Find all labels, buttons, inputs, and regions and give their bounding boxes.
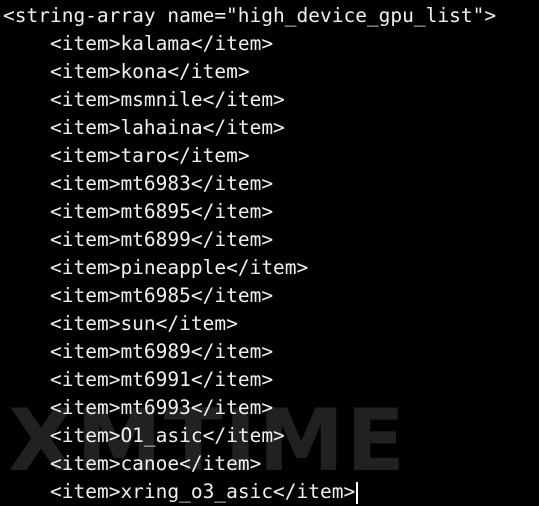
code-line-item[interactable]: <item>mt6983</item> (50, 170, 273, 198)
code-line-item[interactable]: <item>mt6989</item> (50, 338, 273, 366)
code-line-open-tag[interactable]: <string-array name="high_device_gpu_list… (3, 2, 496, 30)
code-line-item[interactable]: <item>mt6993</item> (50, 394, 273, 422)
code-editor[interactable]: <string-array name="high_device_gpu_list… (0, 0, 539, 504)
code-line-item[interactable]: <item>kalama</item> (50, 30, 273, 58)
code-line-item[interactable]: <item>O1_asic</item> (50, 422, 285, 450)
code-line-item[interactable]: <item>pineapple</item> (50, 254, 308, 282)
code-line-item[interactable]: <item>mt6899</item> (50, 226, 273, 254)
code-line-item[interactable]: <item>mt6985</item> (50, 282, 273, 310)
code-line-item[interactable]: <item>mt6895</item> (50, 198, 273, 226)
code-line-item[interactable]: <item>kona</item> (50, 58, 250, 86)
code-line-item[interactable]: <item>sun</item> (50, 310, 238, 338)
code-line-item[interactable]: <item>canoe</item> (50, 450, 261, 478)
code-line-item[interactable]: <item>msmnile</item> (50, 86, 285, 114)
code-line-item[interactable]: <item>lahaina</item> (50, 114, 285, 142)
code-line-text[interactable]: <item>xring_o3_asic</item> (50, 480, 355, 503)
text-cursor (356, 481, 359, 504)
code-line-item[interactable]: <item>taro</item> (50, 142, 250, 170)
code-line-item[interactable]: <item>mt6991</item> (50, 366, 273, 394)
